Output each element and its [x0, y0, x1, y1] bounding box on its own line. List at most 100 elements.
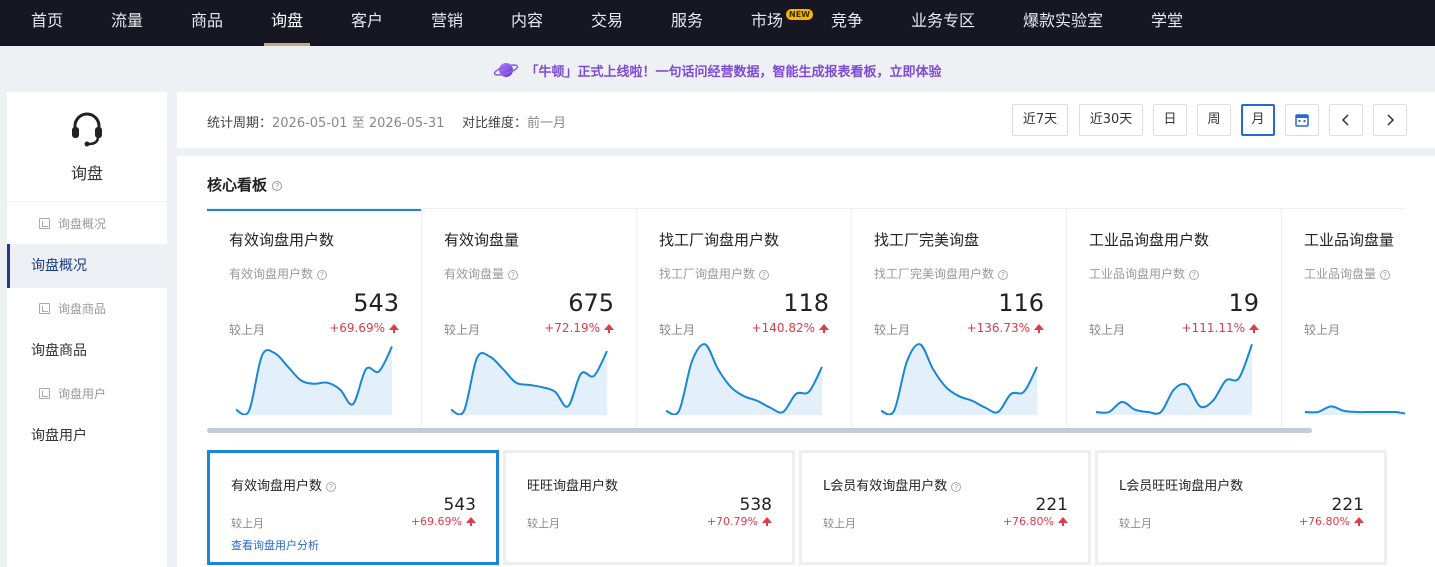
kpi-subname: 找工厂完美询盘用户数?: [874, 265, 1009, 282]
kpi-change-text: +72.19%: [544, 321, 600, 335]
sparkline: [665, 343, 823, 415]
help-icon[interactable]: ?: [508, 270, 519, 280]
card-change-text: +76.80%: [1298, 515, 1350, 528]
kpi-tile[interactable]: 有效询盘量 有效询盘量? 675 较上月 +72.19%: [422, 209, 637, 428]
nav-competition[interactable]: 竞争: [830, 0, 864, 46]
sidebar-subitem-users[interactable]: 询盘用户: [7, 372, 167, 416]
sidebar-title: 询盘: [70, 164, 103, 183]
announcement-link[interactable]: 「牛顿」正式上线啦！一句话问经营数据，智能生成报表看板，立即体验: [525, 61, 941, 80]
metric-card[interactable]: 旺旺询盘用户数 538 较上月 +70.79%: [503, 450, 795, 565]
nav-academy[interactable]: 学堂: [1150, 0, 1184, 46]
building-icon: [39, 303, 50, 314]
card-value: 538: [739, 495, 772, 515]
new-badge: NEW: [786, 9, 813, 20]
arrow-up-icon: [819, 324, 829, 333]
arrow-up-icon: [466, 517, 476, 526]
horizontal-scrollbar[interactable]: [207, 428, 1312, 433]
help-icon[interactable]: ?: [272, 181, 283, 191]
kpi-tile[interactable]: 工业品询盘用户数 工业品询盘用户数? 19 较上月 +111.11%: [1067, 209, 1282, 428]
card-change-text: +76.80%: [1002, 515, 1054, 528]
help-icon[interactable]: ?: [1380, 270, 1391, 280]
card-change-text: +70.79%: [706, 515, 758, 528]
kpi-tile[interactable]: 找工厂询盘用户数 找工厂询盘用户数? 118 较上月 +140.82%: [637, 209, 852, 428]
kpi-value: 675: [568, 289, 614, 317]
sidebar-item-products[interactable]: 询盘商品: [7, 329, 167, 373]
kpi-compare-label: 较上月: [659, 323, 696, 337]
kpi-tile[interactable]: 有效询盘用户数 有效询盘用户数? 543 较上月 +69.69%: [207, 209, 422, 428]
nav-market[interactable]: 市场 NEW: [750, 0, 813, 46]
metric-card[interactable]: L会员旺旺询盘用户数 221 较上月 +76.80%: [1095, 450, 1387, 565]
card-name-text: L会员有效询盘用户数: [823, 479, 948, 494]
view-user-analysis-link[interactable]: 查看询盘用户分析: [231, 537, 319, 553]
day-button[interactable]: 日: [1153, 104, 1187, 136]
kpi-subname-text: 工业品询盘量: [1304, 267, 1377, 281]
sidebar-item-label: 询盘商品: [31, 343, 87, 359]
card-change-text: +69.69%: [410, 515, 462, 528]
kpi-subname: 有效询盘用户数?: [229, 265, 328, 282]
nav-products[interactable]: 商品: [190, 0, 224, 46]
nav-business-zone[interactable]: 业务专区: [910, 0, 976, 46]
sidebar-item-overview[interactable]: 询盘概况: [7, 244, 167, 288]
next-button[interactable]: [1373, 104, 1407, 136]
nav-hot-lab[interactable]: 爆款实验室: [1022, 0, 1104, 46]
kpi-tile[interactable]: 工业品询盘量 工业品询盘量? 较上月: [1282, 209, 1405, 428]
kpi-subname: 工业品询盘量?: [1304, 265, 1391, 282]
kpi-compare-label: 较上月: [229, 323, 266, 337]
core-dashboard-title-text: 核心看板: [207, 176, 268, 194]
card-name-text: 有效询盘用户数: [231, 479, 323, 494]
sidebar-item-users[interactable]: 询盘用户: [7, 414, 167, 458]
week-button[interactable]: 周: [1197, 104, 1231, 136]
nav-home[interactable]: 首页: [30, 0, 64, 46]
nav-inquiry[interactable]: 询盘: [264, 0, 310, 46]
metric-card[interactable]: L会员有效询盘用户数? 221 较上月 +76.80%: [799, 450, 1091, 565]
help-icon[interactable]: ?: [317, 270, 328, 280]
kpi-subname-text: 工业品询盘用户数: [1089, 267, 1186, 281]
help-icon[interactable]: ?: [1189, 270, 1200, 280]
card-name: L会员旺旺询盘用户数: [1119, 479, 1244, 494]
nav-traffic[interactable]: 流量: [110, 0, 144, 46]
previous-button[interactable]: [1329, 104, 1363, 136]
sidebar-subitem-products[interactable]: 询盘商品: [7, 287, 167, 331]
nav-customers[interactable]: 客户: [350, 0, 384, 46]
core-dashboard: 核心看板 ? 有效询盘用户数 有效询盘用户数? 543 较上月 +69.69% …: [177, 156, 1435, 567]
arrow-up-icon: [1249, 324, 1259, 333]
date-filter-bar: 统计周期：2026-05-01 至 2026-05-31 对比维度：前一月 近7…: [177, 92, 1435, 148]
kpi-compare-label: 较上月: [1089, 323, 1126, 337]
sparkline: [1304, 405, 1405, 415]
sidebar-item-label: 询盘概况: [58, 217, 107, 231]
help-icon[interactable]: ?: [759, 270, 770, 280]
sidebar-item-label: 询盘概况: [31, 258, 87, 274]
kpi-subname-text: 有效询盘用户数: [229, 267, 314, 281]
kpi-value: 116: [998, 289, 1044, 317]
kpi-change-text: +69.69%: [329, 321, 385, 335]
nav-content[interactable]: 内容: [510, 0, 544, 46]
sidebar-item-label: 询盘用户: [58, 387, 107, 401]
arrow-up-icon: [389, 324, 399, 333]
sparkline-area: [236, 346, 392, 415]
help-icon[interactable]: ?: [326, 482, 337, 492]
sparkline-area: [451, 351, 607, 415]
card-name: L会员有效询盘用户数?: [823, 475, 962, 494]
kpi-change: +136.73%: [967, 321, 1044, 335]
month-button[interactable]: 月: [1241, 104, 1275, 136]
compare-label: 对比维度：前一月: [462, 112, 566, 131]
last-30-days-button[interactable]: 近30天: [1079, 104, 1143, 136]
help-icon[interactable]: ?: [951, 482, 962, 492]
announcement-bar: 「牛顿」正式上线啦！一句话问经营数据，智能生成报表看板，立即体验: [0, 46, 1435, 94]
help-icon[interactable]: ?: [998, 270, 1009, 280]
last-7-days-button[interactable]: 近7天: [1012, 104, 1068, 136]
nav-service[interactable]: 服务: [670, 0, 704, 46]
card-change: +76.80%: [1299, 515, 1364, 528]
kpi-tile[interactable]: 找工厂完美询盘 找工厂完美询盘用户数? 116 较上月 +136.73%: [852, 209, 1067, 428]
nav-trade[interactable]: 交易: [590, 0, 624, 46]
kpi-change-text: +136.73%: [966, 321, 1030, 335]
arrow-up-icon: [604, 324, 614, 333]
arrow-up-icon: [762, 517, 772, 526]
kpi-name: 有效询盘量: [444, 231, 520, 249]
nav-marketing[interactable]: 营销: [430, 0, 464, 46]
sidebar: 询盘 询盘概况 询盘概况 询盘商品 询盘商品 询盘用户 询盘用户: [7, 92, 167, 567]
calendar-button[interactable]: [1285, 104, 1319, 136]
top-navigation: 首页 流量 商品 询盘 客户 营销 内容 交易 服务 市场 NEW 竞争 业务专…: [0, 0, 1435, 46]
sidebar-subitem-overview[interactable]: 询盘概况: [7, 202, 167, 246]
metric-card[interactable]: 有效询盘用户数? 543 较上月 +69.69% 查看询盘用户分析: [207, 450, 499, 565]
